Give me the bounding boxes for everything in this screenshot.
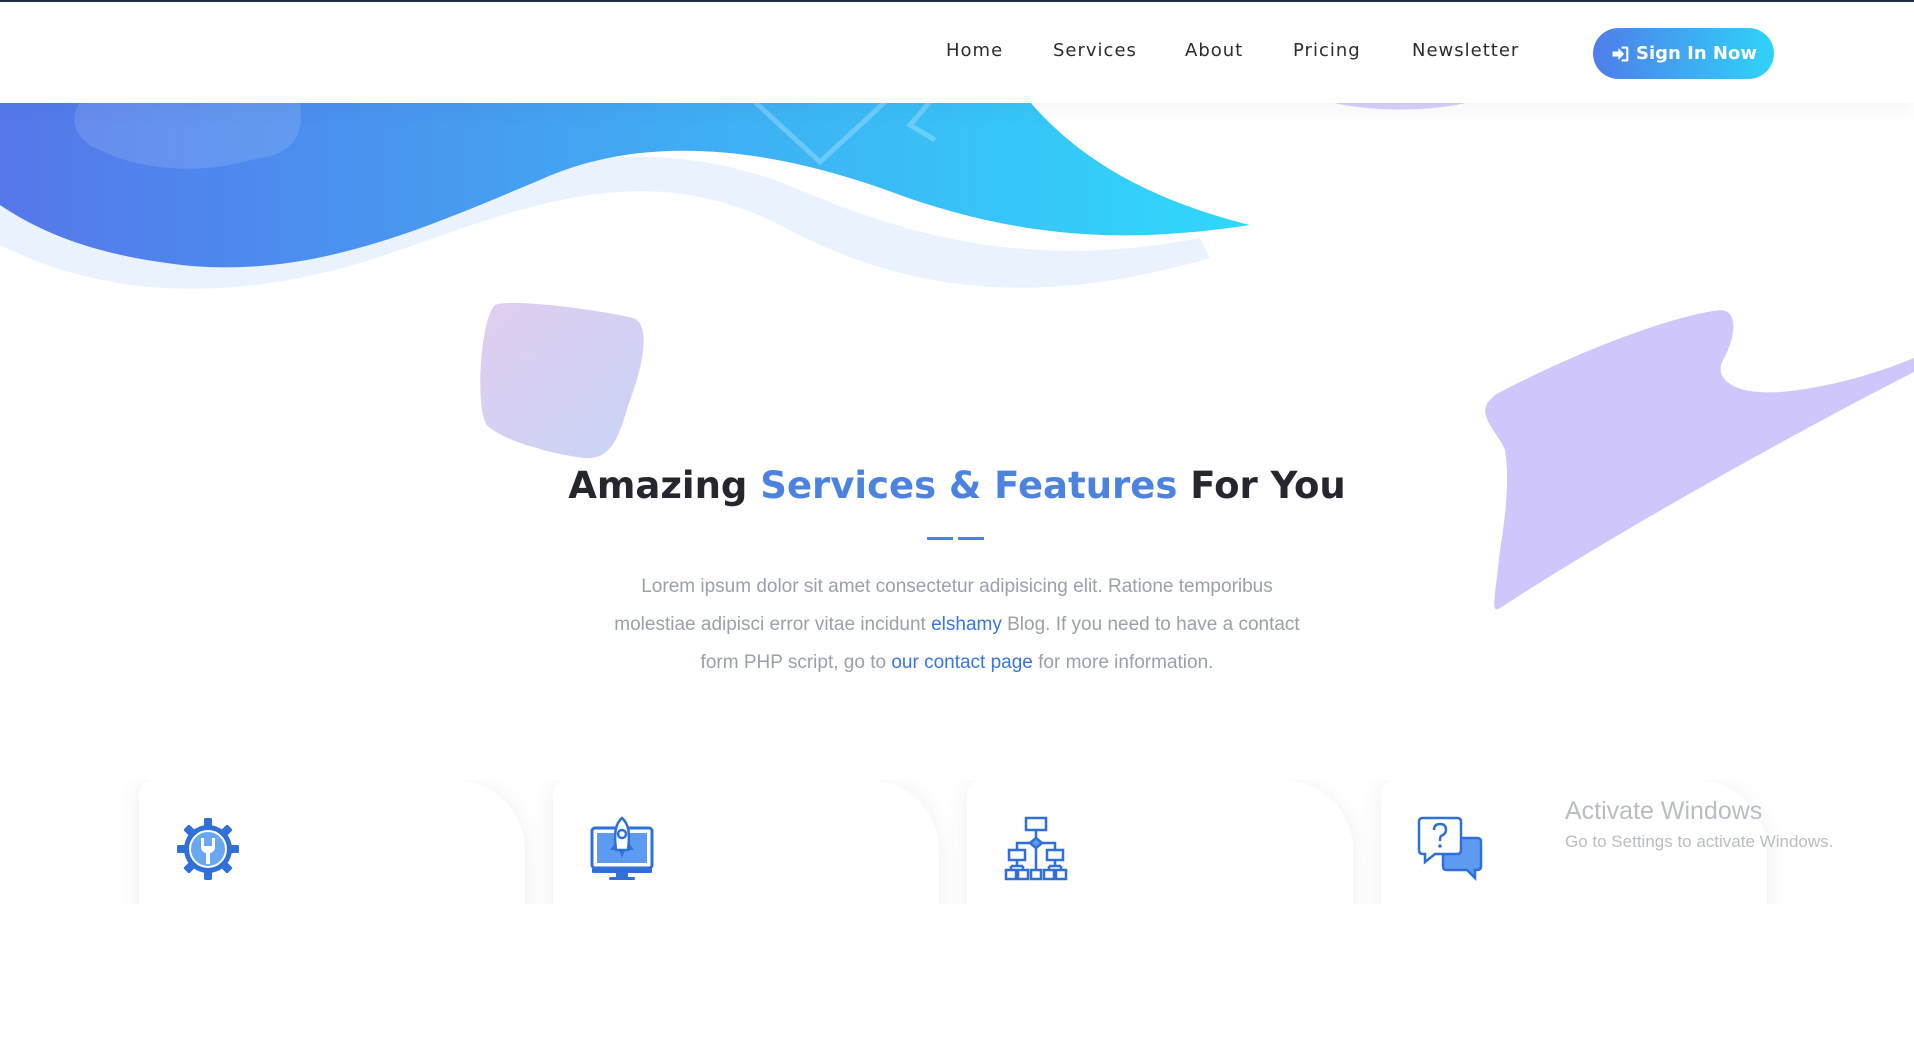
- underline-dash-left: [927, 537, 953, 540]
- title-underline: [0, 537, 1914, 540]
- watermark-subtitle: Go to Settings to activate Windows.: [1565, 832, 1834, 851]
- title-accent: Services & Features: [760, 464, 1178, 507]
- monitor-rocket-icon: [590, 816, 654, 880]
- windows-activation-watermark: Activate Windows Go to Settings to activ…: [1565, 797, 1833, 852]
- sign-in-button[interactable]: Sign In Now: [1593, 28, 1774, 79]
- nav-newsletter[interactable]: Newsletter: [1412, 40, 1519, 61]
- sign-in-label: Sign In Now: [1636, 43, 1757, 64]
- gear-wrench-icon: [177, 818, 239, 880]
- section-intro: Lorem ipsum dolor sit amet consectetur a…: [612, 568, 1302, 682]
- service-card-1[interactable]: [139, 780, 525, 904]
- watermark-title: Activate Windows: [1565, 797, 1763, 825]
- purple-bolt-blob: [1485, 310, 1914, 610]
- service-card-3[interactable]: [967, 780, 1353, 904]
- title-suffix: For You: [1177, 464, 1346, 507]
- nav-about[interactable]: About: [1185, 40, 1243, 61]
- service-card-2[interactable]: [553, 780, 939, 904]
- nav-services[interactable]: Services: [1053, 40, 1137, 61]
- section-title: Amazing Services & Features For You: [0, 464, 1914, 507]
- nav-home[interactable]: Home: [946, 40, 1003, 61]
- sitemap-icon: [1004, 816, 1068, 881]
- site-header: Home Services About Pricing Newsletter S…: [0, 2, 1914, 103]
- chat-question-icon: [1417, 816, 1483, 882]
- top-border: [0, 0, 1914, 2]
- soft-square-blob: [480, 302, 644, 459]
- landing-page: Home Services About Pricing Newsletter S…: [0, 0, 1914, 1042]
- contact-page-link[interactable]: our contact page: [891, 652, 1033, 673]
- sign-in-icon: [1612, 46, 1629, 61]
- elshamy-link[interactable]: elshamy: [931, 614, 1002, 635]
- underline-dash-right: [958, 537, 984, 540]
- header-purple-sliver: [1330, 102, 1470, 110]
- intro-text-3: for more information.: [1032, 652, 1214, 673]
- title-prefix: Amazing: [568, 464, 761, 507]
- nav-pricing[interactable]: Pricing: [1293, 40, 1361, 61]
